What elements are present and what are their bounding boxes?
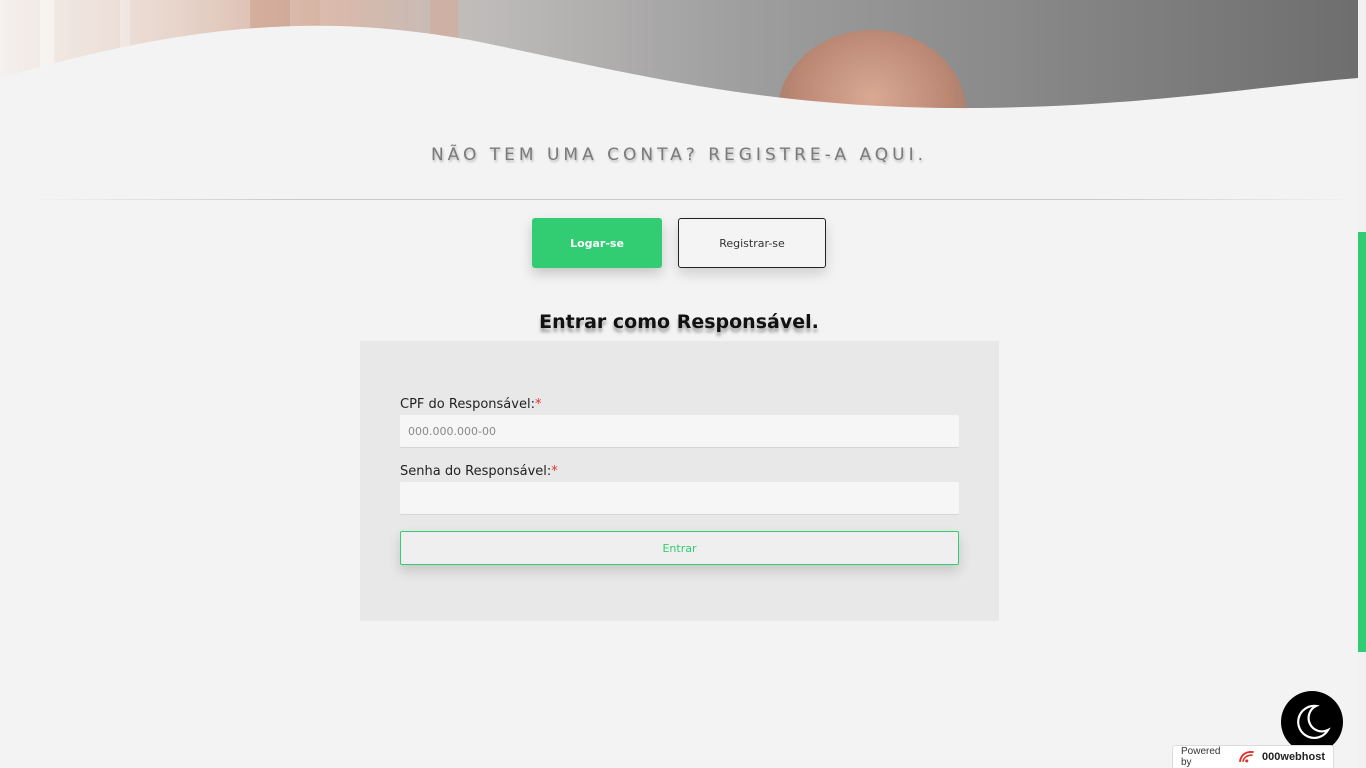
powered-by-text: Powered by: [1181, 746, 1221, 768]
password-label-text: Senha do Responsável:: [400, 464, 552, 479]
required-marker: *: [534, 397, 542, 412]
password-label: Senha do Responsável:*: [400, 464, 558, 479]
register-tab-button[interactable]: Registrar-se: [678, 218, 826, 268]
cpf-input[interactable]: [400, 415, 959, 448]
cpf-label: CPF do Responsável:*: [400, 397, 541, 412]
page: NÃO TEM UMA CONTA? REGISTRE-A AQUI. Loga…: [0, 0, 1366, 768]
form-title: Entrar como Responsável.: [539, 311, 819, 333]
register-prompt[interactable]: NÃO TEM UMA CONTA? REGISTRE-A AQUI.: [0, 145, 1358, 165]
submit-button[interactable]: Entrar: [400, 531, 959, 565]
password-input[interactable]: [400, 482, 959, 515]
required-marker: *: [551, 464, 558, 479]
scrollbar-thumb[interactable]: [1358, 232, 1366, 652]
login-tab-button[interactable]: Logar-se: [532, 218, 662, 268]
moon-icon: [1297, 704, 1331, 739]
section-divider: [30, 199, 1358, 200]
cpf-label-text: CPF do Responsável:: [400, 397, 535, 412]
auth-tabs: Logar-se Registrar-se: [532, 218, 826, 268]
login-form: CPF do Responsável:* Senha do Responsáve…: [360, 341, 999, 621]
000webhost-logo-icon: [1239, 750, 1255, 763]
dark-mode-toggle[interactable]: [1281, 691, 1343, 753]
powered-by-brand: 000webhost: [1262, 751, 1325, 763]
hero-image: [0, 0, 1358, 120]
powered-by-badge[interactable]: Powered by 000webhost: [1172, 745, 1334, 768]
hero-banner: [0, 0, 1358, 120]
